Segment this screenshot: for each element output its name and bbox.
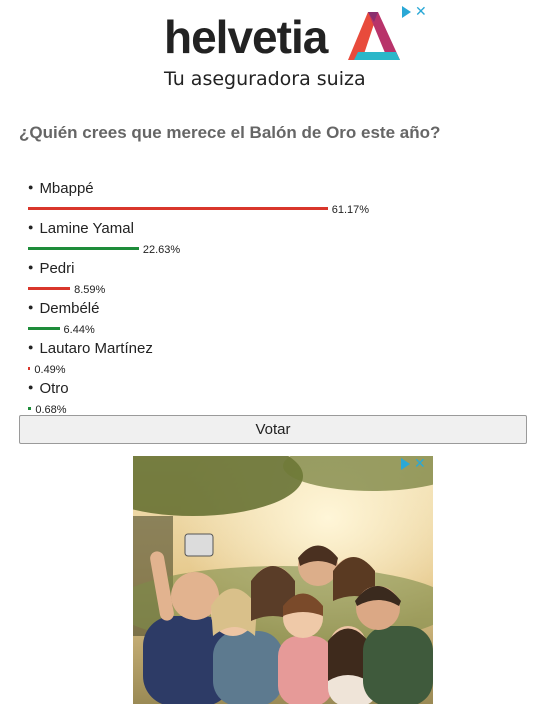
percent-label: 22.63% bbox=[142, 244, 181, 256]
percent-label: 61.17% bbox=[331, 204, 370, 216]
bottom-advertisement[interactable]: ✕ bbox=[133, 456, 433, 704]
vote-button[interactable]: Votar bbox=[19, 415, 527, 444]
option-name: Pedri bbox=[39, 260, 75, 277]
option-name: Dembélé bbox=[39, 300, 100, 317]
bullet-icon: ● bbox=[28, 382, 34, 392]
percent-bar bbox=[28, 206, 328, 210]
option-name: Otro bbox=[39, 380, 69, 397]
bullet-icon: ● bbox=[28, 182, 34, 192]
option-name: Mbappé bbox=[39, 180, 94, 197]
bottom-ad-controls: ✕ bbox=[401, 457, 426, 471]
adchoices-icon[interactable] bbox=[401, 458, 410, 470]
adchoices-icon[interactable] bbox=[402, 6, 411, 18]
poll-option[interactable]: ● Otro 0.68% bbox=[28, 380, 528, 420]
top-ad-controls: ✕ bbox=[402, 5, 427, 19]
poll-option[interactable]: ● Mbappé 61.17% bbox=[28, 180, 528, 220]
percent-bar bbox=[28, 326, 60, 330]
top-advertisement[interactable]: helvetia Tu aseguradora suiza ✕ bbox=[0, 0, 560, 100]
bullet-icon: ● bbox=[28, 342, 34, 352]
option-name: Lautaro Martínez bbox=[39, 340, 153, 357]
percent-bar bbox=[28, 246, 139, 250]
percent-label: 0.49% bbox=[34, 364, 66, 376]
helvetia-logo-mark bbox=[348, 12, 400, 60]
percent-bar bbox=[28, 406, 32, 410]
poll-option[interactable]: ● Lamine Yamal 22.63% bbox=[28, 220, 528, 260]
family-selfie-photo bbox=[133, 456, 433, 704]
bullet-icon: ● bbox=[28, 222, 34, 232]
helvetia-tagline: Tu aseguradora suiza bbox=[164, 68, 366, 90]
percent-bar bbox=[28, 286, 71, 290]
poll-option[interactable]: ● Dembélé 6.44% bbox=[28, 300, 528, 340]
poll-option[interactable]: ● Lautaro Martínez 0.49% bbox=[28, 340, 528, 380]
percent-bar bbox=[28, 366, 31, 370]
bullet-icon: ● bbox=[28, 262, 34, 272]
close-icon[interactable]: ✕ bbox=[415, 5, 427, 19]
poll-option[interactable]: ● Pedri 8.59% bbox=[28, 260, 528, 300]
helvetia-logo-text: helvetia bbox=[164, 11, 328, 63]
poll-options: ● Mbappé 61.17% ● Lamine Yamal 22.63% ● Ped… bbox=[28, 180, 528, 420]
bullet-icon: ● bbox=[28, 302, 34, 312]
percent-label: 8.59% bbox=[74, 284, 106, 296]
poll-question: ¿Quién crees que merece el Balón de Oro … bbox=[19, 123, 441, 142]
option-name: Lamine Yamal bbox=[39, 220, 134, 237]
close-icon[interactable]: ✕ bbox=[414, 457, 426, 471]
percent-label: 6.44% bbox=[63, 324, 95, 336]
